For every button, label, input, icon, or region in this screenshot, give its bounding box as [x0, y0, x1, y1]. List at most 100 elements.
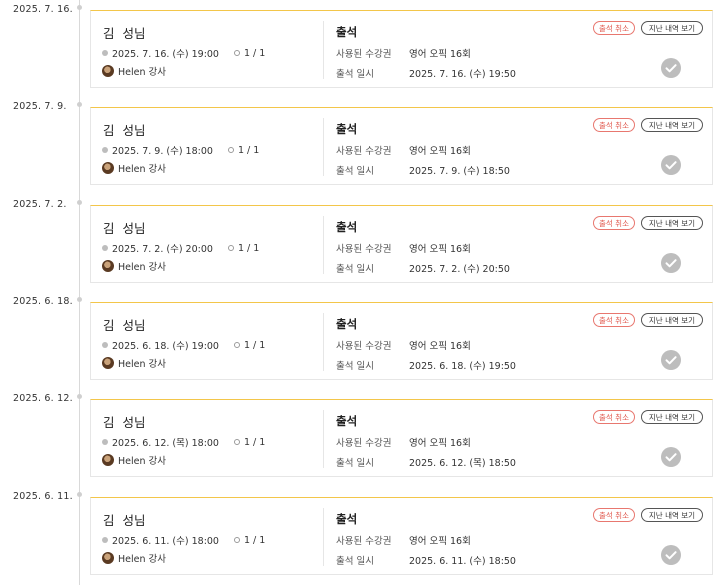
- used-pass-label: 사용된 수강권: [336, 49, 392, 60]
- class-time: 2025. 7. 16. (수) 19:00: [112, 49, 219, 60]
- cancel-attendance-button[interactable]: 출석 취소: [593, 313, 635, 327]
- clock-icon: [102, 245, 108, 251]
- class-time: 2025. 6. 12. (목) 18:00: [112, 438, 219, 449]
- person-icon: [233, 439, 240, 445]
- attend-time-value: 2025. 6. 11. (수) 18:50: [409, 556, 516, 567]
- attendance-card: 김 성님 2025. 7. 16. (수) 19:00 1 / 1 Helen …: [90, 10, 713, 88]
- view-history-button[interactable]: 지난 내역 보기: [641, 118, 703, 132]
- attend-time-value: 2025. 7. 16. (수) 19:50: [409, 69, 516, 80]
- attendance-entry: 2025. 6. 11. 김 성님 2025. 6. 11. (수) 18:00…: [0, 487, 720, 583]
- card-divider: [323, 410, 324, 468]
- class-time: 2025. 7. 9. (수) 18:00: [112, 146, 213, 157]
- attend-time-label: 출석 일시: [336, 458, 374, 469]
- timeline-dot: [77, 102, 82, 107]
- used-pass-value: 영어 오픽 16회: [409, 146, 471, 157]
- teacher-info: Helen 강사: [102, 453, 166, 467]
- used-pass-label: 사용된 수강권: [336, 341, 392, 352]
- teacher-name: Helen 강사: [118, 554, 166, 565]
- class-meta: 2025. 6. 18. (수) 19:00 1 / 1: [102, 338, 265, 352]
- class-time: 2025. 6. 11. (수) 18:00: [112, 536, 219, 547]
- card-divider: [323, 216, 324, 274]
- entry-date: 2025. 6. 18.: [13, 296, 73, 307]
- view-history-button[interactable]: 지난 내역 보기: [641, 313, 703, 327]
- entry-date: 2025. 7. 2.: [13, 199, 67, 210]
- avatar: [102, 357, 114, 369]
- check-circle-icon: [661, 58, 681, 78]
- attendance-status: 출석: [336, 414, 358, 428]
- class-capacity: 1 / 1: [243, 436, 266, 448]
- attend-time-label: 출석 일시: [336, 556, 374, 567]
- avatar: [102, 162, 114, 174]
- check-circle-icon: [661, 155, 681, 175]
- check-circle-icon: [661, 350, 681, 370]
- student-name: 김 성님: [103, 123, 146, 138]
- teacher-info: Helen 강사: [102, 64, 166, 78]
- teacher-info: Helen 강사: [102, 356, 166, 370]
- attend-time-label: 출석 일시: [336, 264, 374, 275]
- used-pass-value: 영어 오픽 16회: [409, 536, 471, 547]
- used-pass-value: 영어 오픽 16회: [409, 244, 471, 255]
- timeline-dot: [77, 5, 82, 10]
- class-meta: 2025. 7. 16. (수) 19:00 1 / 1: [102, 46, 265, 60]
- used-pass-value: 영어 오픽 16회: [409, 49, 471, 60]
- clock-icon: [102, 147, 108, 153]
- check-circle-icon: [661, 447, 681, 467]
- view-history-button[interactable]: 지난 내역 보기: [641, 21, 703, 35]
- used-pass-value: 영어 오픽 16회: [409, 341, 471, 352]
- person-icon: [233, 342, 240, 348]
- teacher-name: Helen 강사: [118, 164, 166, 175]
- view-history-button[interactable]: 지난 내역 보기: [641, 216, 703, 230]
- class-meta: 2025. 6. 12. (목) 18:00 1 / 1: [102, 435, 265, 449]
- attendance-status: 출석: [336, 512, 358, 526]
- clock-icon: [102, 537, 108, 543]
- attendance-entry: 2025. 6. 18. 김 성님 2025. 6. 18. (수) 19:00…: [0, 292, 720, 388]
- cancel-attendance-button[interactable]: 출석 취소: [593, 508, 635, 522]
- class-capacity: 1 / 1: [237, 144, 260, 156]
- entry-date: 2025. 6. 12.: [13, 393, 73, 404]
- timeline-dot: [77, 200, 82, 205]
- attendance-card: 김 성님 2025. 6. 18. (수) 19:00 1 / 1 Helen …: [90, 302, 713, 380]
- teacher-info: Helen 강사: [102, 259, 166, 273]
- attend-time-label: 출석 일시: [336, 166, 374, 177]
- card-divider: [323, 508, 324, 566]
- timeline-dot: [77, 492, 82, 497]
- class-meta: 2025. 7. 2. (수) 20:00 1 / 1: [102, 241, 259, 255]
- person-icon: [233, 537, 240, 543]
- view-history-button[interactable]: 지난 내역 보기: [641, 410, 703, 424]
- avatar: [102, 454, 114, 466]
- cancel-attendance-button[interactable]: 출석 취소: [593, 118, 635, 132]
- attendance-entry: 2025. 7. 9. 김 성님 2025. 7. 9. (수) 18:00 1…: [0, 97, 720, 193]
- card-divider: [323, 118, 324, 176]
- attendance-card: 김 성님 2025. 6. 11. (수) 18:00 1 / 1 Helen …: [90, 497, 713, 575]
- card-divider: [323, 313, 324, 371]
- cancel-attendance-button[interactable]: 출석 취소: [593, 21, 635, 35]
- attendance-card: 김 성님 2025. 6. 12. (목) 18:00 1 / 1 Helen …: [90, 399, 713, 477]
- cancel-attendance-button[interactable]: 출석 취소: [593, 410, 635, 424]
- attendance-status: 출석: [336, 220, 358, 234]
- clock-icon: [102, 439, 108, 445]
- attend-time-value: 2025. 7. 9. (수) 18:50: [409, 166, 510, 177]
- entry-date: 2025. 6. 11.: [13, 491, 73, 502]
- student-name: 김 성님: [103, 318, 146, 333]
- attendance-status: 출석: [336, 317, 358, 331]
- attendance-card: 김 성님 2025. 7. 2. (수) 20:00 1 / 1 Helen 강…: [90, 205, 713, 283]
- attendance-card: 김 성님 2025. 7. 9. (수) 18:00 1 / 1 Helen 강…: [90, 107, 713, 185]
- teacher-name: Helen 강사: [118, 359, 166, 370]
- used-pass-label: 사용된 수강권: [336, 438, 392, 449]
- attendance-entry: 2025. 7. 16. 김 성님 2025. 7. 16. (수) 19:00…: [0, 0, 720, 96]
- attend-time-value: 2025. 6. 12. (목) 18:50: [409, 458, 516, 469]
- attend-time-value: 2025. 7. 2. (수) 20:50: [409, 264, 510, 275]
- student-name: 김 성님: [103, 26, 146, 41]
- student-name: 김 성님: [103, 415, 146, 430]
- card-divider: [323, 21, 324, 79]
- timeline-dot: [77, 394, 82, 399]
- used-pass-label: 사용된 수강권: [336, 536, 392, 547]
- check-circle-icon: [661, 253, 681, 273]
- attend-time-label: 출석 일시: [336, 69, 374, 80]
- cancel-attendance-button[interactable]: 출석 취소: [593, 216, 635, 230]
- teacher-name: Helen 강사: [118, 262, 166, 273]
- view-history-button[interactable]: 지난 내역 보기: [641, 508, 703, 522]
- person-icon: [227, 147, 234, 153]
- attend-time-value: 2025. 6. 18. (수) 19:50: [409, 361, 516, 372]
- class-capacity: 1 / 1: [243, 534, 266, 546]
